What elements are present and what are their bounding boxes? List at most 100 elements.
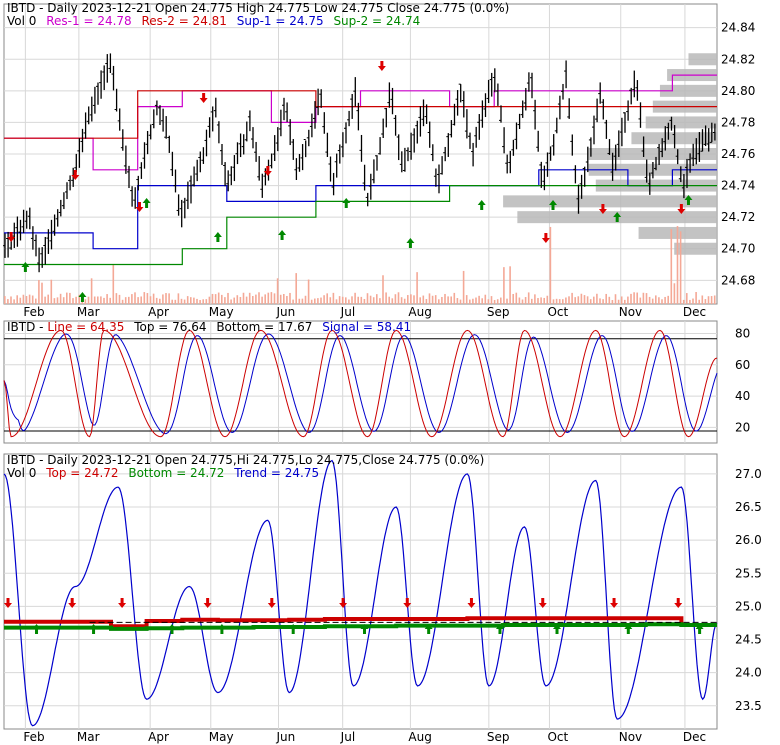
volume-bar — [642, 292, 645, 304]
price-tick-label: 24.70 — [721, 242, 755, 256]
volume-bar — [704, 299, 707, 304]
volume-bar — [329, 297, 332, 304]
volume-bar — [279, 294, 282, 304]
volume-bar — [112, 264, 115, 304]
volume-bar — [698, 299, 700, 304]
volume-bar — [183, 299, 186, 304]
volume-bar — [171, 299, 173, 304]
legend-sup1: Sup-1 = 24.75 — [237, 14, 324, 28]
volume-bar — [62, 297, 65, 304]
volume-bar — [379, 298, 381, 304]
osc-month-label: Jun — [276, 730, 296, 744]
volume-bar — [35, 298, 37, 304]
volume-bar — [490, 296, 493, 304]
volume-bar — [434, 295, 437, 304]
volume-bar — [360, 296, 363, 304]
volume-bar — [69, 292, 71, 304]
volume-bar — [131, 294, 133, 304]
volume-bar — [162, 294, 164, 304]
volume-bar — [540, 297, 542, 304]
volume-bar — [4, 296, 6, 304]
volume-bar — [317, 298, 319, 304]
volume-bar — [385, 292, 387, 304]
volume-bar — [44, 296, 46, 304]
volume-bar — [217, 292, 220, 304]
volume-bar — [617, 299, 620, 304]
volume-bar — [475, 297, 477, 304]
volume-bar — [624, 299, 626, 304]
volume-bar — [13, 299, 15, 304]
volume-bar — [193, 297, 195, 304]
volume-bar — [589, 299, 592, 304]
volume-bar — [351, 296, 353, 304]
svg-text:IBTD - Line = 64.35: IBTD - Line = 64.35 Top = 76.64 Bottom =… — [7, 320, 411, 334]
volume-bar — [450, 296, 452, 304]
volume-bar — [205, 299, 208, 304]
volume-bar — [227, 292, 229, 304]
volume-bar — [289, 292, 291, 304]
volume-bar — [428, 293, 431, 304]
volume-bar — [512, 293, 514, 304]
volume-bar — [676, 226, 679, 304]
volume-profile-bar — [645, 116, 717, 129]
price-tick-label: 24.74 — [721, 179, 755, 193]
price-month-label: Feb — [23, 305, 44, 319]
volume-bar — [25, 296, 28, 304]
volume-bar — [679, 231, 682, 304]
volume-bar — [121, 299, 124, 304]
stochastic-axis: 20 40 60 80 — [735, 327, 750, 435]
volume-bar — [286, 295, 288, 304]
volume-bar — [503, 267, 505, 304]
volume-bar — [614, 294, 617, 304]
volume-bar — [252, 296, 254, 304]
volume-bar — [363, 298, 366, 304]
volume-bar — [47, 294, 49, 304]
volume-bar — [38, 280, 40, 304]
oscillator-panel-frame — [3, 453, 718, 730]
osc-tick-label: 25.5 — [735, 566, 762, 580]
volume-bar — [354, 292, 356, 304]
volume-bar — [527, 292, 530, 304]
price-month-label: Mar — [77, 305, 100, 319]
volume-bar — [658, 297, 660, 304]
volume-bar — [248, 292, 251, 304]
volume-bar — [636, 292, 638, 304]
volume-bar — [140, 296, 142, 304]
price-tick-label: 24.72 — [721, 210, 755, 224]
volume-bar — [16, 295, 18, 304]
stoch-tick-label: 60 — [735, 358, 750, 372]
volume-bar — [689, 299, 691, 304]
volume-bar — [264, 294, 266, 304]
price-month-label: Sep — [487, 305, 510, 319]
volume-bar — [320, 297, 322, 304]
volume-bar — [292, 299, 294, 304]
volume-bar — [56, 297, 59, 304]
volume-bar — [577, 296, 580, 304]
volume-bar — [152, 293, 155, 304]
volume-bar — [345, 297, 347, 304]
volume-bar — [397, 292, 400, 304]
volume-bar — [648, 296, 651, 304]
osc-month-label: Apr — [148, 730, 169, 744]
volume-bar — [134, 292, 136, 304]
volume-bar — [707, 296, 710, 304]
volume-bar — [515, 292, 518, 304]
price-tick-label: 24.68 — [721, 273, 755, 287]
price-panel: 24.68 24.70 24.72 24.74 24.76 24.78 24.80 24.82… — [3, 1, 755, 319]
volume-bar — [376, 294, 378, 304]
volume-bar — [100, 296, 102, 304]
price-tick-label: 24.76 — [721, 147, 755, 161]
osc-month-label: Nov — [619, 730, 642, 744]
volume-bar — [611, 299, 614, 304]
osc-tick-label: 24.0 — [735, 666, 762, 680]
volume-bar — [537, 298, 539, 304]
volume-bar — [496, 299, 499, 304]
stochastic-panel: 20 40 60 80 IBTD - Line = 64.35 Top = 76.64… — [3, 320, 750, 444]
volume-bar — [493, 299, 496, 304]
osc-month-label: Dec — [683, 730, 706, 744]
volume-bar — [645, 293, 648, 304]
osc-tick-label: 23.5 — [735, 699, 762, 713]
volume-bar — [348, 299, 350, 304]
volume-bar — [391, 298, 394, 304]
stoch-legend-top: Top = 76.64 — [133, 320, 206, 334]
